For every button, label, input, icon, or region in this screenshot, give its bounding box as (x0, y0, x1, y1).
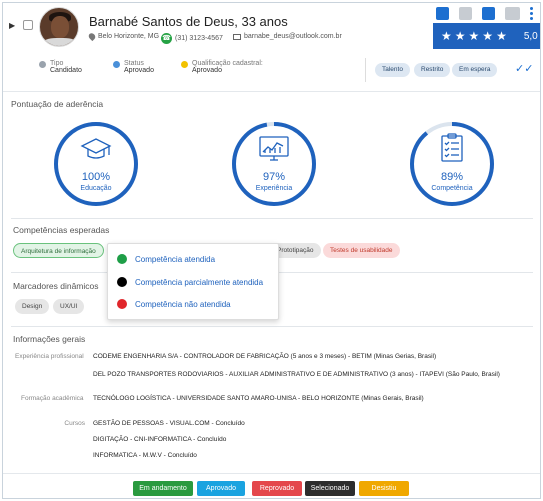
notes-icon[interactable] (459, 6, 472, 20)
candidate-card: ▶ Barnabé Santos de Deus, 33 anos Belo H… (2, 2, 541, 499)
gauge-ring (410, 122, 494, 206)
location: Belo Horizonte, MG (87, 31, 160, 42)
education-item: TECNÓLOGO LOGÍSTICA - UNIVERSIDADE SANTO… (93, 395, 424, 402)
legend-item: Competência atendida (117, 254, 215, 264)
gauge-ring (54, 122, 138, 206)
mail-icon (233, 33, 241, 40)
checklist-icon (441, 133, 463, 162)
meta-qualif-label: Qualificação cadastral: (192, 60, 263, 67)
chip-design[interactable]: Design (15, 299, 50, 314)
candidate-header: ▶ Barnabé Santos de Deus, 33 anos Belo H… (3, 3, 540, 91)
meta-status: Status Aprovado (113, 60, 154, 74)
header-divider (3, 91, 540, 92)
gauge-ring (232, 122, 316, 206)
competencies-title: Competências esperadas (13, 225, 110, 235)
course-item: INFORMATICA - M.W.V - Concluído (93, 452, 197, 459)
chart-monitor-icon (259, 136, 289, 161)
legend-dot (117, 299, 127, 309)
course-item: DIGITAÇÃO - CNI-INFORMATICA - Concluído (93, 436, 227, 443)
meta-status-label: Status (124, 60, 144, 67)
reprovado-button[interactable]: Reprovado (252, 481, 302, 496)
avatar-shirt (42, 38, 78, 46)
header-toolbar (436, 5, 540, 21)
candidate-name: Barnabé Santos de Deus, 33 anos (89, 14, 288, 29)
meta-qualificacao: Qualificação cadastral: Aprovado (181, 60, 263, 74)
gauge-label: Competência (431, 185, 473, 192)
phone[interactable]: ☎ (31) 3123-4567 (161, 33, 223, 44)
phone-text: (31) 3123-4567 (175, 35, 223, 42)
course-item: GESTÃO DE PESSOAS - VISUAL.COM - Concluí… (93, 420, 245, 427)
gauge-experiencia: 97% Experiência (230, 120, 318, 208)
status-icon (113, 61, 120, 68)
meta-qualif-value: Aprovado (192, 67, 222, 74)
email-text: barnabe_deus@outlook.com.br (244, 33, 342, 40)
star-icon: ★ (468, 29, 480, 43)
legend-item: Competência parcialmente atendida (117, 277, 263, 287)
experience-label: Experiência profissional (15, 353, 84, 360)
section-divider (11, 218, 533, 219)
selecionado-button[interactable]: Selecionado (305, 481, 355, 496)
legend-label: Competência atendida (135, 254, 216, 264)
meta-tipo-value: Candidato (50, 67, 82, 74)
legend-item: Competência não atendida (117, 299, 231, 309)
education-label: Formação acadêmica (21, 395, 84, 402)
meta-status-value: Aprovado (124, 67, 154, 74)
experience-item: CODEME ENGENHARIA S/A - CONTROLADOR DE F… (93, 353, 437, 360)
legend-label: Competência não atendida (135, 299, 231, 309)
experience-item: DEL POZO TRANSPORTES RODOVIARIOS - AUXIL… (93, 371, 500, 378)
em-andamento-button[interactable]: Em andamento (133, 481, 193, 496)
legend-label: Competência parcialmente atendida (135, 277, 264, 287)
calendar-check-icon[interactable] (482, 6, 495, 20)
email[interactable]: barnabe_deus@outlook.com.br (233, 33, 342, 40)
tag-talento[interactable]: Talento (375, 63, 410, 77)
location-pin-icon (87, 31, 97, 42)
adherence-title: Pontuação de aderência (11, 99, 104, 109)
more-options-icon[interactable] (530, 6, 534, 20)
gauge-percent: 100% (81, 171, 111, 183)
whatsapp-icon: ☎ (161, 33, 172, 44)
select-checkbox[interactable] (23, 20, 33, 30)
tag-restrito[interactable]: Restrito (414, 63, 451, 77)
section-divider (11, 326, 533, 327)
location-text: Belo Horizonte, MG (98, 33, 160, 40)
star-badge-icon (181, 61, 188, 68)
gauge-percent: 89% (440, 171, 464, 183)
legend-dot (117, 277, 127, 287)
star-icon: ★ (454, 29, 466, 43)
rating-badge: ★ ★ ★ ★ ★ 5,0 (433, 23, 540, 49)
avatar-face (51, 16, 69, 38)
aprovado-button[interactable]: Aprovado (197, 481, 245, 496)
meta-tipo: Tipo Candidato (39, 60, 82, 74)
graduation-cap-icon (80, 138, 112, 159)
chip-testes-usabilidade[interactable]: Testes de usabilidade (323, 243, 400, 258)
desistiu-button[interactable]: Desistiu (359, 481, 409, 496)
star-icon: ★ (441, 29, 452, 43)
markers-title: Marcadores dinâmicos (13, 281, 99, 291)
gauge-label: Educação (80, 185, 112, 192)
gauge-competencia: 89% Competência (408, 120, 496, 208)
header-separator (365, 58, 366, 82)
person-icon (39, 61, 46, 68)
gauge-label: Experiência (255, 185, 293, 192)
meta-tipo-label: Tipo (50, 60, 64, 67)
star-icon: ★ (482, 29, 494, 43)
competency-legend-popup: Competência atendida Competência parcial… (107, 243, 279, 320)
courses-label: Cursos (64, 420, 85, 427)
footer-divider (3, 473, 540, 474)
expand-arrow-icon[interactable]: ▶ (9, 21, 15, 30)
star-icon: ★ (496, 29, 507, 43)
chip-arquitetura[interactable]: Arquitetura de informação (13, 243, 104, 258)
rating-value: 5,0 (523, 30, 538, 42)
legend-dot (117, 254, 127, 264)
gauge-educacao: 100% Educação (52, 120, 140, 208)
info-title: Informações gerais (13, 334, 86, 344)
double-check-icon[interactable]: ✓✓ (515, 62, 533, 75)
chip-ux-ui[interactable]: UX/UI (53, 299, 85, 314)
gamepad-icon[interactable] (505, 6, 520, 20)
avatar[interactable] (39, 7, 79, 47)
tag-em-espera[interactable]: Em espera (452, 63, 498, 77)
document-icon[interactable] (436, 6, 449, 20)
gauge-percent: 97% (262, 171, 286, 183)
